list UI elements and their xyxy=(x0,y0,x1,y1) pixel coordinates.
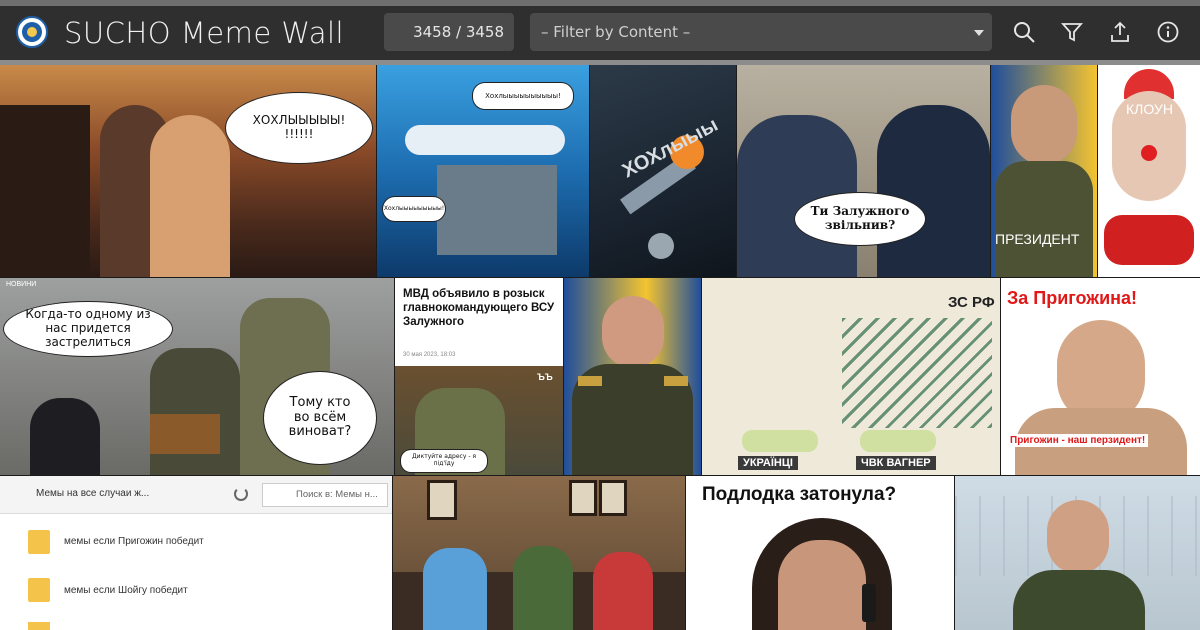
meme-tile-titanic[interactable]: ХОХЛЫЫЫЫЫ! !!!!!! xyxy=(0,65,376,277)
birds-left-label: УКРАЇНЦІ xyxy=(738,456,798,470)
warship xyxy=(437,165,557,255)
meme-tile-general[interactable] xyxy=(564,278,701,475)
app-header: SUCHO Meme Wall 3458 / 3458 – Filter by … xyxy=(0,6,1200,60)
watermark-circle xyxy=(648,233,674,259)
refresh-icon xyxy=(234,487,248,501)
funnel-icon[interactable] xyxy=(1060,20,1084,44)
app-title: SUCHO Meme Wall xyxy=(64,16,345,50)
officer-head xyxy=(1047,500,1109,574)
airplane xyxy=(405,125,565,155)
frame-2 xyxy=(569,480,597,516)
meme-tile-plane-dark[interactable]: ХОХлыыы xyxy=(590,65,736,277)
search-icon[interactable] xyxy=(1012,20,1036,44)
birds-top-label: ЗС РФ xyxy=(948,294,995,311)
explorer-search-placeholder: Поиск в: Мемы н... xyxy=(296,489,378,500)
kid-middle xyxy=(513,546,573,630)
meme-tile-clown[interactable]: КЛОУН xyxy=(1098,65,1200,277)
officer-uniform xyxy=(1013,570,1145,630)
figure-woman xyxy=(150,115,230,277)
caption-right: КЛОУН xyxy=(1126,101,1173,117)
content-filter-select[interactable]: – Filter by Content – xyxy=(530,13,992,51)
wooden-box xyxy=(150,414,220,454)
phone xyxy=(862,584,876,622)
folder-icon xyxy=(28,578,50,602)
man-right xyxy=(877,105,990,277)
meme-tile-map[interactable] xyxy=(955,476,1200,630)
prigozhin-top: За Пригожина! xyxy=(1007,288,1138,308)
speech-bubble: Диктуйте адресу - я під'їду xyxy=(401,450,487,472)
ship-bow xyxy=(0,105,90,277)
speech-bubble: ХОХЛЫЫЫЫЫ! !!!!!! xyxy=(226,93,372,163)
birds-right-label: ЧВК ВАГНЕР xyxy=(856,456,936,470)
speech-bubble-right: Тому кто во всём виноват? xyxy=(264,372,376,464)
person-center xyxy=(150,348,240,475)
general-face xyxy=(602,296,664,368)
epaulette-left xyxy=(578,376,602,386)
clown-nose xyxy=(1141,145,1157,161)
corner-label: НОВИНИ xyxy=(6,281,37,288)
chevron-down-icon xyxy=(974,30,984,36)
folder-icon xyxy=(28,622,50,630)
meme-tile-bunker[interactable]: НОВИНИ Когда-то одному из нас придется з… xyxy=(0,278,394,475)
person-left xyxy=(30,398,100,475)
clown-bowtie xyxy=(1104,215,1194,265)
frame-1 xyxy=(427,480,457,520)
frame-3 xyxy=(599,480,627,516)
sleeper-right xyxy=(860,430,936,452)
submarine-title: Подлодка затонула? xyxy=(702,484,897,505)
info-icon[interactable] xyxy=(1156,20,1180,44)
meme-tile-workers[interactable]: Ти Залужного звільнив? xyxy=(737,65,990,277)
sucho-logo-icon[interactable] xyxy=(16,16,48,48)
woman-face xyxy=(778,540,866,630)
portrait-face xyxy=(1011,85,1077,165)
meme-tile-birds[interactable]: ЗС РФ УКРАЇНЦІ ЧВК ВАГНЕР xyxy=(702,278,1000,475)
folder-name-2: мемы если Шойгу победит xyxy=(64,585,188,596)
news-headline: МВД объявило в розыск главнокомандующего… xyxy=(403,288,555,328)
logo-sun xyxy=(27,27,37,37)
news-date: 30 мая 2023, 18:03 xyxy=(403,352,456,358)
meme-tile-ship[interactable]: Хохлыыыыыыыыыы! Хохлыыыыыыыыы! xyxy=(377,65,589,277)
caption-left: ПРЕЗИДЕНТ xyxy=(995,231,1080,247)
meme-tile-news[interactable]: МВД объявило в розыск главнокомандующего… xyxy=(395,278,563,475)
prigozhin-bottom: Пригожин - наш перзидент! xyxy=(1007,434,1149,447)
meme-tile-prigozhin[interactable]: За Пригожина! Пригожин - наш перзидент! xyxy=(1001,278,1200,475)
kid-right xyxy=(593,552,653,630)
meme-tile-zelensky[interactable]: ПРЕЗИДЕНТ xyxy=(991,65,1097,277)
flock xyxy=(842,318,992,428)
meme-tile-submarine[interactable]: Подлодка затонула? xyxy=(686,476,954,630)
speech-bubble-left: Когда-то одному из нас придется застрели… xyxy=(4,302,172,356)
speech-bubble-top: Хохлыыыыыыыыыы! xyxy=(473,83,573,109)
folder-name-1: мемы если Пригожин победит xyxy=(64,536,204,547)
speech-bubble-bottom: Хохлыыыыыыыыы! xyxy=(383,197,445,221)
meme-tile-explorer[interactable]: Мемы на все случаи ж... Поиск в: Мемы н.… xyxy=(0,476,392,630)
explorer-breadcrumb: Мемы на все случаи ж... xyxy=(36,488,150,499)
kid-left xyxy=(423,548,487,630)
folder-icon xyxy=(28,530,50,554)
epaulette-right xyxy=(664,376,688,386)
sleeper-left xyxy=(742,430,818,452)
speech-bubble: Ти Залужного звільнив? xyxy=(795,193,925,245)
filter-select-label: – Filter by Content – xyxy=(541,23,691,41)
meme-tile-kids[interactable] xyxy=(393,476,685,630)
news-brand: ЪЪ xyxy=(537,372,553,382)
meme-counter: 3458 / 3458 xyxy=(384,13,514,51)
portrait-shirt xyxy=(995,161,1093,277)
upload-icon[interactable] xyxy=(1108,20,1132,44)
meme-grid: ХОХЛЫЫЫЫЫ! !!!!!! Хохлыыыыыыыыыы! Хохлыы… xyxy=(0,65,1200,630)
